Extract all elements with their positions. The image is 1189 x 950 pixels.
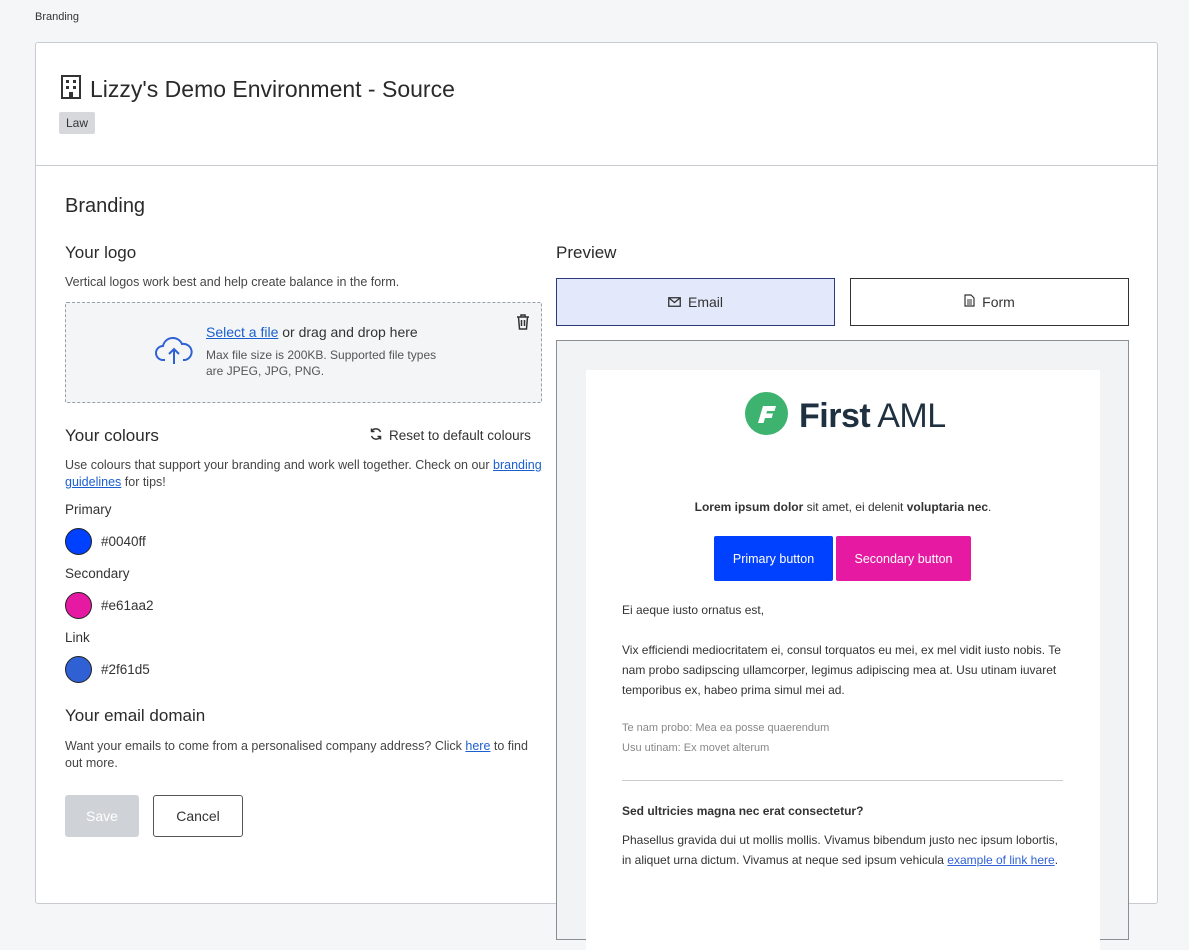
org-header: Lizzy's Demo Environment - Source Law xyxy=(36,43,1157,166)
upload-cloud-icon xyxy=(155,336,193,370)
preview-body: Vix efficiendi mediocritatem ei, consul … xyxy=(622,643,1061,697)
logo-heading: Your logo xyxy=(65,243,137,262)
primary-colour-swatch[interactable] xyxy=(65,528,92,555)
tab-form[interactable]: Form xyxy=(850,278,1129,326)
secondary-colour-value: #e61aa2 xyxy=(101,598,154,613)
breadcrumb: Branding xyxy=(35,11,80,23)
org-title-row: Lizzy's Demo Environment - Source xyxy=(60,75,455,104)
link-colour-label: Link xyxy=(65,630,90,645)
email-preview-body: First AML Lorem ipsum dolor sit amet, ei… xyxy=(586,370,1100,950)
reset-colours-label: Reset to default colours xyxy=(389,428,531,443)
select-file-link[interactable]: Select a file xyxy=(206,324,278,340)
logo-text-bold: First xyxy=(799,396,871,435)
lead-text-2: . xyxy=(988,500,992,514)
preview-paragraph-suffix: . xyxy=(1054,853,1059,867)
lead-bold-2: voluptaria nec xyxy=(906,500,989,514)
document-icon xyxy=(964,294,982,310)
first-aml-logo-icon xyxy=(745,392,788,440)
colours-description: Use colours that support your branding a… xyxy=(65,457,545,491)
link-colour-swatch[interactable] xyxy=(65,656,92,683)
email-domain-here-link[interactable]: here xyxy=(465,739,490,753)
refresh-icon xyxy=(369,427,389,444)
secondary-colour-label: Secondary xyxy=(65,566,130,581)
link-colour-row[interactable]: #2f61d5 xyxy=(65,656,150,683)
logo-dropzone[interactable]: Select a file or drag and drop here Max … xyxy=(65,302,542,403)
tab-email-label: Email xyxy=(687,294,723,310)
secondary-colour-row[interactable]: #e61aa2 xyxy=(65,592,154,619)
preview-divider xyxy=(622,780,1063,781)
preview-primary-button[interactable]: Primary button xyxy=(714,536,833,581)
lead-bold-1: Lorem ipsum dolor xyxy=(694,500,804,514)
colours-heading: Your colours xyxy=(65,426,159,445)
tab-email[interactable]: Email xyxy=(556,278,835,326)
building-icon xyxy=(60,75,90,104)
envelope-icon xyxy=(668,294,688,310)
reset-colours-button[interactable]: Reset to default colours xyxy=(369,427,531,444)
preview-meta-2: Usu utinam: Ex movet alterum xyxy=(622,742,770,754)
logo-text-light: AML xyxy=(870,396,946,435)
preview-secondary-button[interactable]: Secondary button xyxy=(836,536,971,581)
colours-desc-suffix: for tips! xyxy=(121,475,166,489)
dropzone-drag-text: or drag and drop here xyxy=(278,324,418,340)
section-title: Branding xyxy=(65,195,146,217)
logo-description: Vertical logos work best and help create… xyxy=(65,275,400,289)
secondary-colour-swatch[interactable] xyxy=(65,592,92,619)
cancel-button[interactable]: Cancel xyxy=(153,795,243,837)
colours-desc-text: Use colours that support your branding a… xyxy=(65,458,494,472)
domain-desc-text: Want your emails to come from a personal… xyxy=(65,739,466,753)
preview-meta-1: Te nam probo: Mea ea posse quaerendum xyxy=(622,722,830,734)
logo-wordmark: First AML xyxy=(799,397,946,436)
preview-subheading: Sed ultricies magna nec erat consectetur… xyxy=(622,804,864,818)
page-title: Lizzy's Demo Environment - Source xyxy=(90,76,455,102)
link-colour-value: #2f61d5 xyxy=(101,662,150,677)
dropzone-hint: Max file size is 200KB. Supported file t… xyxy=(206,348,437,378)
email-domain-heading: Your email domain xyxy=(65,706,206,725)
branding-card: Lizzy's Demo Environment - Source Law Br… xyxy=(35,42,1158,950)
first-aml-logo: First AML xyxy=(745,392,946,440)
primary-colour-row[interactable]: #0040ff xyxy=(65,528,146,555)
trash-icon[interactable] xyxy=(516,314,530,335)
save-button[interactable]: Save xyxy=(65,795,139,837)
dropzone-prompt: Select a file or drag and drop here xyxy=(206,324,418,340)
preview-paragraph: Phasellus gravida dui ut mollis mollis. … xyxy=(622,830,1067,870)
lead-text-1: sit amet, ei delenit xyxy=(803,500,907,514)
primary-colour-value: #0040ff xyxy=(101,534,146,549)
preview-lead-text: Lorem ipsum dolor sit amet, ei delenit v… xyxy=(586,500,1100,514)
primary-colour-label: Primary xyxy=(65,502,112,517)
tab-form-label: Form xyxy=(982,294,1015,310)
preview-heading: Preview xyxy=(556,243,617,262)
email-preview-frame: First AML Lorem ipsum dolor sit amet, ei… xyxy=(556,340,1129,950)
org-type-badge: Law xyxy=(59,112,96,134)
preview-example-link[interactable]: example of link here xyxy=(947,853,1054,867)
preview-greeting: Ei aeque iusto ornatus est, xyxy=(622,603,765,617)
email-domain-description: Want your emails to come from a personal… xyxy=(65,738,545,772)
